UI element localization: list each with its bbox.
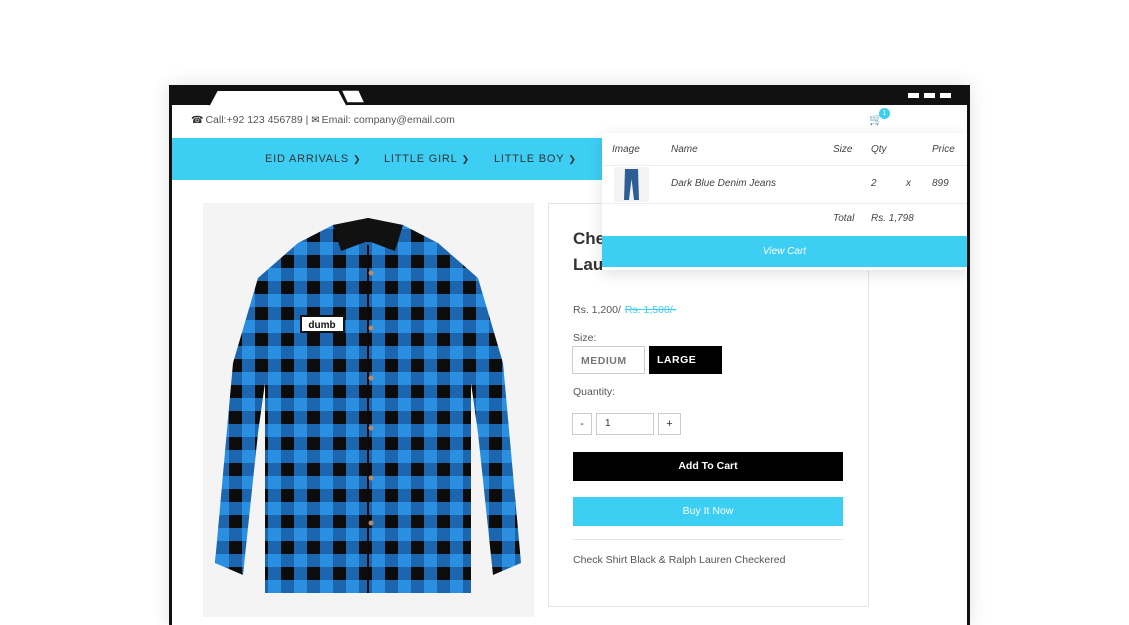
cart-header-price: Price bbox=[932, 144, 955, 155]
cart-total-value: Rs. 1,798 bbox=[871, 213, 914, 224]
nav-item-label: EID ARRIVALS bbox=[265, 153, 349, 165]
cart-item-price: 899 bbox=[932, 178, 949, 189]
old-price: Rs. 1,500/- bbox=[624, 304, 677, 316]
shirt-image: dumb bbox=[215, 218, 521, 593]
cart-item-image[interactable] bbox=[614, 167, 649, 202]
size-option-medium[interactable]: MEDIUM bbox=[572, 346, 645, 374]
chevron-down-icon: ❯ bbox=[461, 154, 470, 164]
window-maximize-button[interactable] bbox=[924, 93, 935, 98]
cart-header-image: Image bbox=[612, 144, 640, 155]
cart-item-row: Dark Blue Denim Jeans 2 x 899 bbox=[602, 165, 969, 204]
quantity-label: Quantity: bbox=[573, 386, 616, 398]
window-minimize-button[interactable] bbox=[908, 93, 919, 98]
cart-header-size: Size bbox=[833, 144, 853, 155]
product-title: Che Lau bbox=[573, 226, 605, 278]
window-tab-shape bbox=[169, 85, 970, 107]
quantity-input[interactable]: 1 bbox=[596, 413, 654, 435]
chevron-down-icon: ❯ bbox=[568, 154, 577, 164]
nav-item-eid-arrivals[interactable]: EID ARRIVALS ❯ bbox=[265, 153, 361, 165]
envelope-icon: ✉ bbox=[311, 115, 320, 126]
cart-item-qty: 2 bbox=[871, 178, 877, 189]
frame-border-left bbox=[169, 85, 172, 625]
nav-item-label: LITTLE GIRL bbox=[384, 153, 458, 165]
window-chrome bbox=[169, 85, 970, 107]
current-price: Rs. 1,200/ bbox=[573, 304, 621, 316]
nav-item-label: LITTLE BOY bbox=[494, 153, 565, 165]
phone-icon: ☎ bbox=[191, 115, 204, 126]
quantity-increment-button[interactable]: + bbox=[658, 413, 681, 435]
add-to-cart-button[interactable]: Add To Cart bbox=[573, 452, 843, 481]
cart-item-name[interactable]: Dark Blue Denim Jeans bbox=[671, 178, 776, 189]
nav-item-little-girl[interactable]: LITTLE GIRL ❯ bbox=[384, 153, 470, 165]
product-title-line-2: Lau bbox=[573, 255, 604, 274]
cart-count-badge: 1 bbox=[879, 108, 890, 119]
chevron-down-icon: ❯ bbox=[352, 154, 362, 164]
quantity-decrement-button[interactable]: - bbox=[572, 413, 592, 435]
window-close-button[interactable] bbox=[940, 93, 951, 98]
product-price: Rs. 1,200/Rs. 1,500/- bbox=[573, 304, 676, 316]
view-cart-button[interactable]: View Cart bbox=[602, 236, 967, 267]
cart-header-qty: Qty bbox=[871, 144, 887, 155]
buy-now-button[interactable]: Buy It Now bbox=[573, 497, 843, 526]
product-image[interactable]: dumb bbox=[203, 203, 534, 617]
browser-frame: ☎ Call:+92 123 456789 | ✉ Email: company@e… bbox=[169, 85, 970, 625]
nav-item-little-boy[interactable]: LITTLE BOY ❯ bbox=[494, 153, 577, 165]
size-label: Size: bbox=[573, 332, 597, 344]
product-description: Check Shirt Black & Ralph Lauren Checker… bbox=[573, 554, 786, 566]
email-text: Email: company@email.com bbox=[321, 114, 455, 126]
cart-header-name: Name bbox=[671, 144, 698, 155]
divider bbox=[573, 539, 843, 540]
phone-text: Call:+92 123 456789 | bbox=[205, 114, 309, 126]
contact-info: ☎ Call:+92 123 456789 | ✉ Email: company@e… bbox=[191, 114, 455, 126]
cart-dropdown: Image Name Size Qty Price Dark Blue Deni… bbox=[602, 133, 969, 270]
jeans-thumbnail bbox=[624, 169, 639, 200]
product-title-line-1: Che bbox=[573, 229, 606, 248]
cart-total-label: Total bbox=[833, 213, 855, 224]
svg-text:dumb: dumb bbox=[308, 320, 335, 331]
cart-item-remove[interactable]: x bbox=[906, 178, 911, 189]
frame-border-right bbox=[967, 85, 970, 625]
size-option-large[interactable]: LARGE bbox=[649, 346, 722, 374]
contact-topbar: ☎ Call:+92 123 456789 | ✉ Email: company@e… bbox=[169, 107, 970, 133]
